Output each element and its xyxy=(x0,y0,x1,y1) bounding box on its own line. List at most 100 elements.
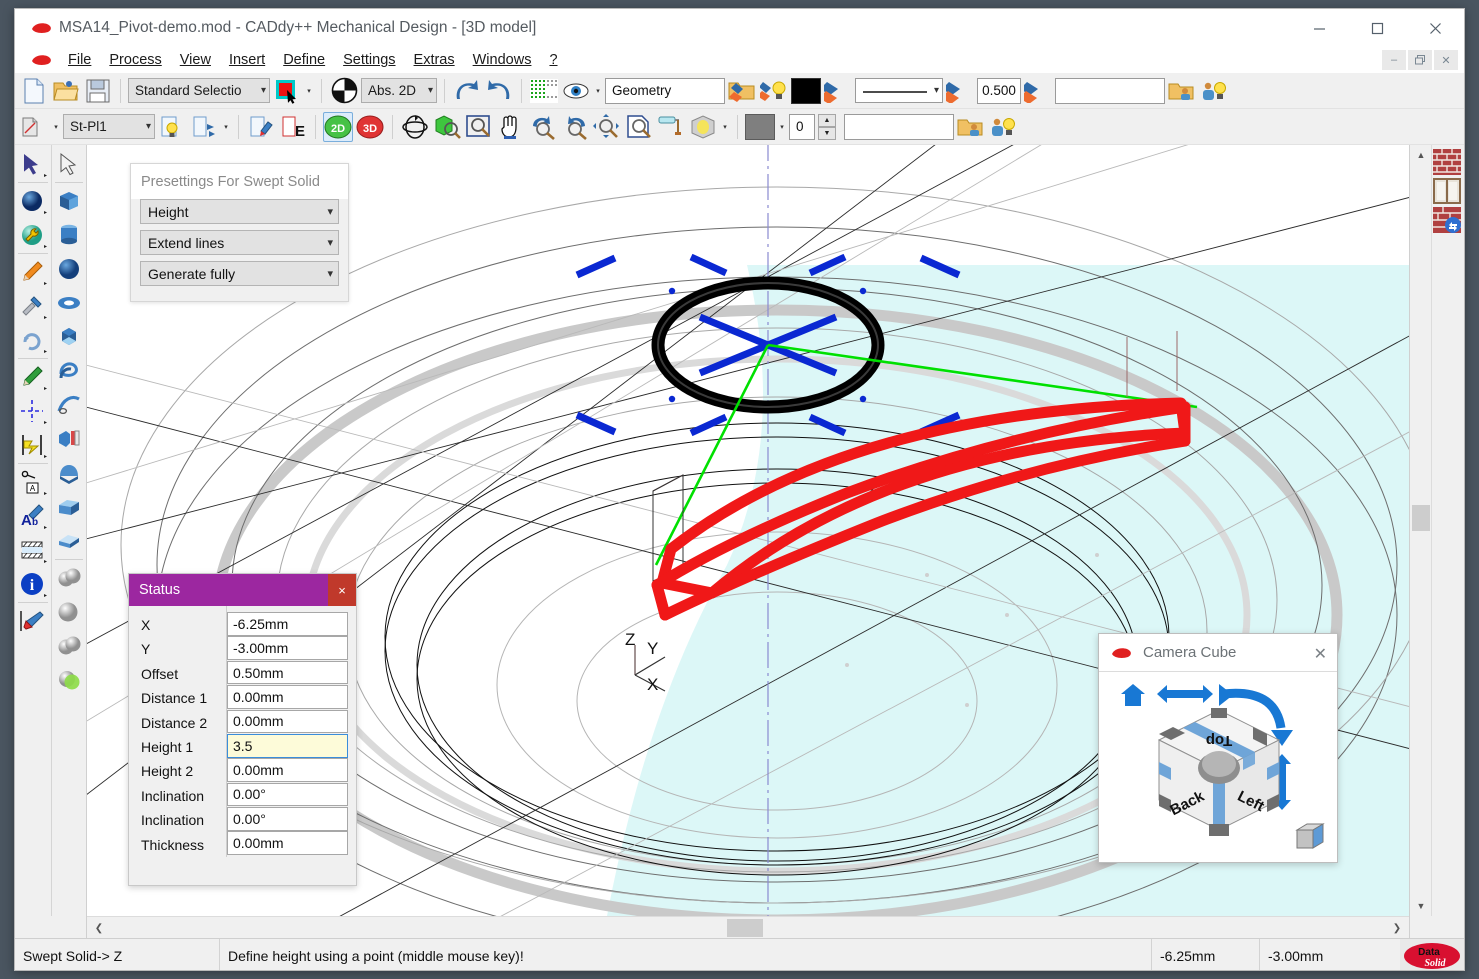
level-stepper-up[interactable]: ▲ xyxy=(818,113,836,127)
boolean-intersect-tool[interactable] xyxy=(52,629,86,663)
mode-3d-button[interactable]: 3D xyxy=(355,112,385,142)
wall-sync-tool[interactable] xyxy=(1432,205,1463,234)
maximize-button[interactable] xyxy=(1348,9,1406,47)
mode-2d-button[interactable]: 2D xyxy=(323,111,353,142)
torus-primitive-tool[interactable] xyxy=(52,286,86,320)
redo-button[interactable] xyxy=(484,76,514,106)
sphere-primitive-tool[interactable]: ▸ xyxy=(15,184,49,218)
transform-rotate-tool[interactable]: ▸ xyxy=(15,323,49,357)
new-document-button[interactable] xyxy=(19,76,49,106)
viewport-canvas[interactable]: Z Y X Presettings For Swept Solid Height… xyxy=(87,145,1409,916)
horizontal-scroll-thumb[interactable] xyxy=(727,919,763,937)
mini-cube-icon[interactable] xyxy=(1295,823,1325,849)
layer-name-field[interactable]: Geometry xyxy=(605,77,725,104)
menu-item-settings[interactable]: Settings xyxy=(334,50,404,70)
selection-mode-combo[interactable]: Standard Selectio ▾ xyxy=(128,78,270,103)
camera-cube-widget[interactable]: Top Back Left xyxy=(1099,672,1339,862)
line-style-combo[interactable]: ▾ xyxy=(855,78,943,103)
eraser-tool[interactable] xyxy=(15,604,49,638)
box-primitive-tool[interactable] xyxy=(52,184,86,218)
mdi-close-button[interactable]: ✕ xyxy=(1434,50,1458,70)
toolbar1-extra-field[interactable] xyxy=(1055,77,1165,104)
layer-light-button[interactable] xyxy=(759,76,789,106)
prism-primitive-tool[interactable] xyxy=(52,320,86,354)
pencil-orange-tool[interactable]: ▸ xyxy=(15,255,49,289)
toolbar2-extra-field[interactable] xyxy=(844,113,954,140)
mdi-restore-button[interactable] xyxy=(1408,50,1432,70)
cylinder-primitive-tool[interactable] xyxy=(52,218,86,252)
construction-point-tool[interactable]: ▸ xyxy=(15,394,49,428)
boolean-subtract-tool[interactable] xyxy=(52,595,86,629)
group-light-button[interactable] xyxy=(1199,76,1229,106)
window-opening-tool[interactable] xyxy=(1432,176,1463,205)
linestyle-layer-button[interactable] xyxy=(945,76,975,106)
camera-cube-titlebar[interactable]: Camera Cube ✕ xyxy=(1099,634,1337,672)
status-field-inclination2[interactable]: 0.00° xyxy=(227,807,348,831)
visibility-eye-button[interactable] xyxy=(561,76,591,106)
plane-edge-button[interactable]: E xyxy=(278,112,308,142)
color-swatch-black[interactable] xyxy=(791,77,821,104)
gray-swatch-dropdown[interactable]: ▾ xyxy=(777,112,787,142)
camera-cube-close-button[interactable]: ✕ xyxy=(1314,644,1327,664)
menu-item-help[interactable]: ? xyxy=(540,50,566,70)
linewidth-layer-button[interactable] xyxy=(1023,76,1053,106)
scroll-right-button[interactable]: ❯ xyxy=(1387,917,1407,939)
minimize-button[interactable] xyxy=(1290,9,1348,47)
plane-name-combo[interactable]: St-Pl1 ▾ xyxy=(63,114,155,139)
color-layer-button[interactable] xyxy=(823,76,853,106)
plane-book-button[interactable] xyxy=(19,112,49,142)
layer-folder-button[interactable] xyxy=(727,76,757,106)
mirror-solid-tool[interactable] xyxy=(52,422,86,456)
line-width-field[interactable]: 0.500 xyxy=(977,77,1021,104)
status-field-thickness[interactable]: 0.00mm xyxy=(227,831,348,856)
color-picker-dropdown[interactable]: ▾ xyxy=(304,76,314,106)
modify-tools-tool[interactable]: ▸ xyxy=(15,289,49,323)
color-swatch-gray[interactable] xyxy=(745,113,775,140)
menu-item-view[interactable]: View xyxy=(171,50,220,70)
scroll-down-button[interactable]: ▼ xyxy=(1410,896,1432,916)
color-picker-button[interactable] xyxy=(272,76,302,106)
dome-solid-tool[interactable] xyxy=(52,456,86,490)
sweep-path-tool[interactable] xyxy=(52,388,86,422)
status-field-offset[interactable]: 0.50mm xyxy=(227,660,348,685)
save-document-button[interactable] xyxy=(83,76,113,106)
sphere2-primitive-tool[interactable] xyxy=(52,252,86,286)
scroll-up-button[interactable]: ▲ xyxy=(1410,145,1432,165)
zoom-window-button[interactable] xyxy=(464,112,494,142)
status-field-distance1[interactable]: 0.00mm xyxy=(227,685,348,709)
shading-dropdown[interactable]: ▾ xyxy=(720,112,730,142)
boolean-split-tool[interactable] xyxy=(52,663,86,697)
group-folder-button[interactable] xyxy=(1167,76,1197,106)
vertical-scrollbar[interactable]: ▲ ▼ xyxy=(1410,145,1432,916)
info-tool[interactable]: i ▸ xyxy=(15,567,49,601)
status-dialog-close-button[interactable]: × xyxy=(328,574,356,606)
wall-brick-tool[interactable] xyxy=(1432,147,1463,176)
menu-item-windows[interactable]: Windows xyxy=(464,50,541,70)
orientation-cube[interactable]: Top Back Left xyxy=(1157,708,1281,836)
presettings-combo-height[interactable]: Height ▾ xyxy=(140,199,339,224)
presettings-combo-generate[interactable]: Generate fully ▾ xyxy=(140,261,339,286)
undo-button[interactable] xyxy=(452,76,482,106)
scroll-left-button[interactable]: ❮ xyxy=(89,917,109,939)
level-stepper[interactable]: ▲ ▼ xyxy=(818,113,836,140)
group2-folder-button[interactable] xyxy=(956,112,986,142)
zoom-in-button[interactable] xyxy=(560,112,590,142)
shell-solid-tool[interactable] xyxy=(52,490,86,524)
pencil-green-tool[interactable]: ▸ xyxy=(15,360,49,394)
boolean-union-tool[interactable] xyxy=(52,561,86,595)
menu-item-insert[interactable]: Insert xyxy=(220,50,274,70)
zoom-out-button[interactable] xyxy=(528,112,558,142)
view-mode-combo[interactable]: Abs. 2D ▾ xyxy=(361,78,437,103)
horizontal-scrollbar[interactable]: ❮ ❯ xyxy=(87,916,1409,938)
render-roller-button[interactable] xyxy=(656,112,686,142)
plane-move-dropdown[interactable]: ▾ xyxy=(221,112,231,142)
visibility-dropdown[interactable]: ▾ xyxy=(593,76,603,106)
orbit-rotate-button[interactable] xyxy=(400,112,430,142)
status-dialog-titlebar[interactable]: Status × xyxy=(129,574,356,606)
dimension-tool[interactable]: ▸ xyxy=(15,428,49,462)
status-field-y[interactable]: -3.00mm xyxy=(227,636,348,661)
group2-light-button[interactable] xyxy=(988,112,1018,142)
select-arrow-tool[interactable]: ▸ xyxy=(15,147,49,181)
presettings-combo-extend[interactable]: Extend lines ▾ xyxy=(140,230,339,255)
text-tool[interactable]: Ab ▸ xyxy=(15,499,49,533)
